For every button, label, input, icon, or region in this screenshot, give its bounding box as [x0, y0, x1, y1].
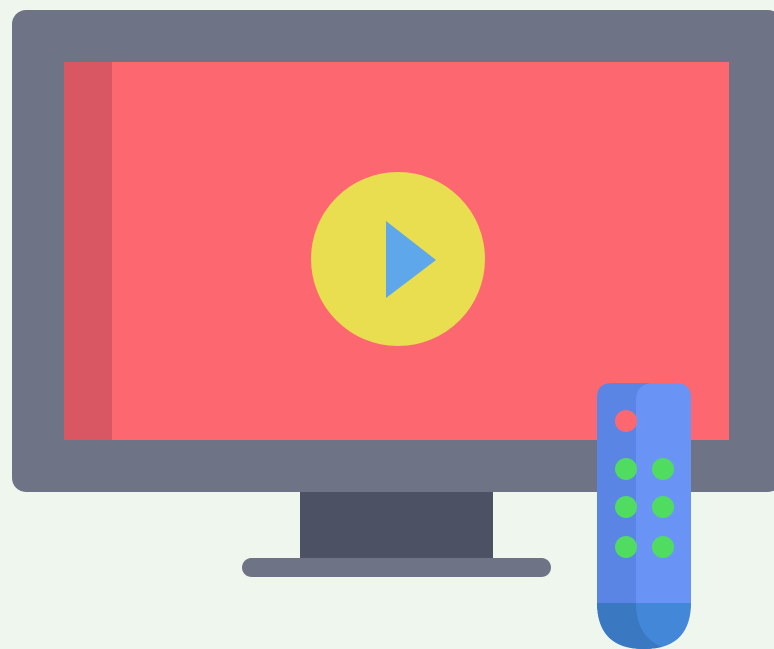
tv-illustration	[12, 10, 774, 649]
tv-stand-base	[242, 558, 551, 577]
remote-keypad-button[interactable]	[615, 458, 637, 480]
remote-keypad-button[interactable]	[652, 458, 674, 480]
illustration-canvas	[0, 0, 774, 649]
remote-keypad-button[interactable]	[615, 536, 637, 558]
remote-keypad-button[interactable]	[652, 496, 674, 518]
remote-keypad-button[interactable]	[615, 496, 637, 518]
remote-keypad-button[interactable]	[652, 536, 674, 558]
remote-control-icon	[597, 383, 691, 649]
tv-stand-neck	[300, 492, 493, 560]
tv-screen-shadow	[64, 62, 112, 440]
play-icon[interactable]	[311, 172, 485, 346]
remote-power-button[interactable]	[615, 410, 637, 432]
